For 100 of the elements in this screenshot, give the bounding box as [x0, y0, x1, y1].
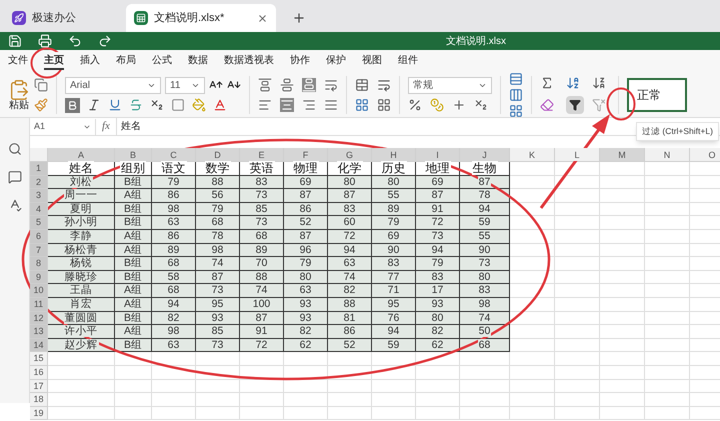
row-header[interactable]: 17	[30, 380, 48, 394]
column-header[interactable]: C	[152, 148, 196, 161]
comment-icon[interactable]	[8, 170, 22, 184]
row-header[interactable]: 6	[30, 230, 48, 244]
document-title: 文档说明.xlsx	[446, 34, 506, 48]
font-color-icon[interactable]	[213, 98, 227, 112]
row-header[interactable]: 13	[30, 325, 48, 339]
row-header[interactable]: 5	[30, 216, 48, 230]
cell-reference-field[interactable]: A1	[30, 118, 96, 134]
row-header[interactable]: 15	[30, 352, 48, 366]
header-cell: 姓名	[48, 162, 115, 176]
close-icon[interactable]	[257, 12, 268, 24]
strikethrough-icon[interactable]	[129, 98, 143, 112]
grid-cell	[510, 325, 555, 339]
table-icon[interactable]	[377, 98, 391, 112]
table-cell: 90	[372, 244, 416, 258]
sum-icon[interactable]	[540, 76, 554, 90]
new-tab-icon[interactable]	[292, 11, 306, 25]
table-cell: 81	[328, 312, 372, 326]
underline-icon[interactable]	[108, 98, 122, 112]
row-header[interactable]: 10	[30, 284, 48, 298]
table-cell: 70	[240, 257, 284, 271]
row-header[interactable]: 7	[30, 244, 48, 258]
table-cell: 83	[328, 202, 372, 216]
redo-icon[interactable]	[98, 34, 112, 48]
row-header[interactable]: 12	[30, 312, 48, 326]
row-header[interactable]: 4	[30, 202, 48, 216]
table-cell: 89	[152, 244, 196, 258]
paste-button[interactable]: 粘贴	[8, 78, 30, 110]
wrap-text-icon[interactable]	[377, 78, 391, 92]
table-cell: A组	[115, 325, 152, 339]
table-cell: 85	[196, 325, 240, 339]
filter-button[interactable]	[566, 96, 584, 114]
grid-cell	[196, 380, 240, 394]
column-header[interactable]: F	[284, 148, 328, 161]
align-left-icon[interactable]	[258, 98, 272, 112]
grid-cell	[645, 244, 690, 258]
italic-icon[interactable]	[87, 98, 101, 112]
row-header[interactable]: 11	[30, 298, 48, 312]
subscript-icon[interactable]	[150, 98, 164, 112]
column-header[interactable]: H	[372, 148, 416, 161]
row-header[interactable]: 3	[30, 189, 48, 203]
menu-tab[interactable]: 主页	[44, 52, 64, 70]
font-select[interactable]: Arial	[65, 76, 161, 94]
align-center-icon[interactable]	[280, 98, 294, 112]
tooltip: 过滤 (Ctrl+Shift+L)	[636, 122, 719, 141]
document-tab[interactable]: 文档说明.xlsx*	[126, 4, 276, 32]
percent-icon[interactable]	[408, 98, 422, 112]
function-label[interactable]: fx	[96, 118, 117, 135]
row-header[interactable]: 2	[30, 176, 48, 190]
row-header[interactable]: 9	[30, 270, 48, 284]
row-header[interactable]: 16	[30, 366, 48, 380]
search-icon[interactable]	[8, 142, 22, 156]
row-header[interactable]: 18	[30, 393, 48, 407]
font-size-select[interactable]: 11	[165, 76, 205, 94]
column-header[interactable]: J	[460, 148, 510, 161]
column-header[interactable]: E	[240, 148, 284, 161]
table-cell: 68	[152, 257, 196, 271]
align-bottom-icon[interactable]	[302, 78, 316, 92]
justify-icon[interactable]	[324, 98, 338, 112]
table-cell: 59	[372, 338, 416, 352]
sort-descending-icon[interactable]	[592, 76, 606, 90]
app-tab[interactable]: 极速办公	[8, 4, 118, 32]
table-cell: 93	[284, 298, 328, 312]
number-format-select[interactable]: 常规	[408, 77, 492, 94]
column-header[interactable]: B	[115, 148, 152, 161]
grid-icon[interactable]	[355, 98, 369, 112]
column-header[interactable]: M	[600, 148, 645, 161]
copy-icon[interactable]	[34, 78, 48, 92]
eraser-icon[interactable]	[540, 98, 554, 112]
grid-cell	[416, 393, 460, 407]
row-header[interactable]: 1	[30, 162, 48, 176]
align-right-icon[interactable]	[302, 98, 316, 112]
align-middle-icon[interactable]	[280, 78, 294, 92]
column-header[interactable]: I	[416, 148, 460, 161]
table-cell: 87	[284, 230, 328, 244]
row-header[interactable]: 14	[30, 338, 48, 352]
cell-style-box[interactable]: 正常	[627, 78, 687, 112]
brush-icon[interactable]	[34, 98, 48, 112]
column-header[interactable]: G	[328, 148, 372, 161]
border-icon[interactable]	[171, 98, 185, 112]
undo-icon[interactable]	[68, 34, 82, 48]
column-header[interactable]: A	[48, 148, 115, 161]
align-top-icon[interactable]	[258, 78, 272, 92]
table-cell: B组	[115, 257, 152, 271]
row-header[interactable]: 8	[30, 257, 48, 271]
row-header[interactable]: 19	[30, 406, 48, 420]
table-cell: 杨锐	[48, 257, 115, 271]
formula-input[interactable]: 姓名	[116, 119, 141, 134]
fill-color-icon[interactable]	[192, 98, 206, 112]
print-icon[interactable]	[38, 34, 52, 48]
merge-icon[interactable]	[355, 78, 369, 92]
table-cell: 50	[460, 325, 510, 339]
column-header[interactable]: D	[196, 148, 240, 161]
grid-cell	[460, 380, 510, 394]
sort-ascending-icon[interactable]	[566, 76, 580, 90]
bold-icon[interactable]	[65, 98, 80, 112]
table-cell: 63	[284, 284, 328, 298]
grid-cell	[555, 393, 600, 407]
save-icon[interactable]	[8, 34, 22, 48]
